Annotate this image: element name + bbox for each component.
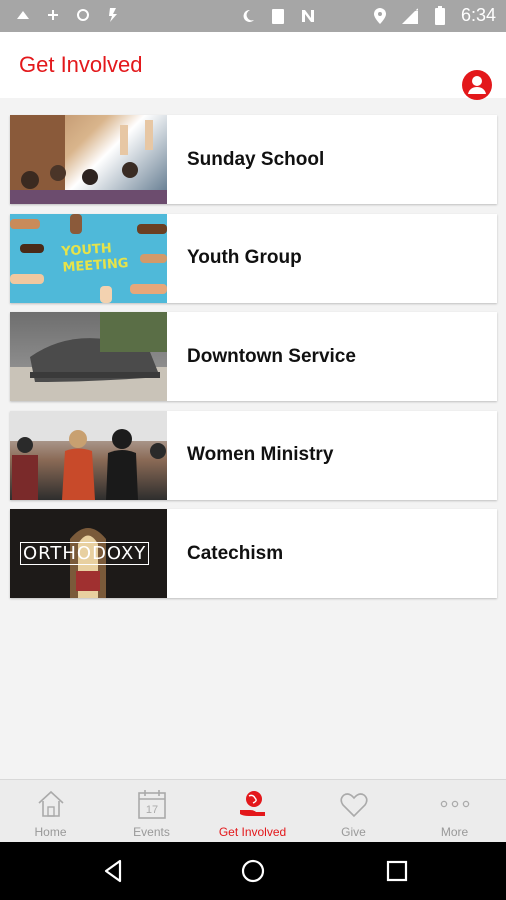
women-ministry-image <box>10 410 167 500</box>
list-item-label: Sunday School <box>187 148 325 170</box>
list-item-youth-group[interactable]: YOUTH MEETING Youth Group <box>10 213 497 303</box>
nav-label: Give <box>341 825 366 839</box>
status-left-icons <box>14 6 122 24</box>
home-circle-icon <box>241 859 265 883</box>
add-icon <box>44 6 62 24</box>
app-bar: Get Involved <box>0 32 506 100</box>
catechism-thumb-text: ORTHODOXY <box>20 542 150 565</box>
recents-button[interactable] <box>382 856 412 886</box>
home-system-button[interactable] <box>238 856 268 886</box>
nav-item-get-involved[interactable]: Get Involved <box>202 780 303 842</box>
ministry-list: Sunday School YOUTH MEETING Youth Group <box>10 115 497 608</box>
recents-square-icon <box>386 860 408 882</box>
moon-icon <box>239 7 257 25</box>
location-icon <box>371 7 389 25</box>
list-item-label: Catechism <box>187 542 284 564</box>
notification-icon <box>14 6 32 24</box>
list-item-label: Downtown Service <box>187 345 356 367</box>
flash-icon <box>104 6 122 24</box>
page-title: Get Involved <box>19 52 143 77</box>
calendar-date: 17 <box>146 804 158 816</box>
list-item-label: Women Ministry <box>187 444 334 465</box>
list-item-women-ministry[interactable]: Women Ministry <box>10 410 497 500</box>
n-icon <box>299 7 317 25</box>
nav-item-give[interactable]: Give <box>303 780 404 842</box>
status-time: 6:34 <box>460 5 496 25</box>
nav-label: More <box>440 825 469 839</box>
nav-label: Get Involved <box>218 825 287 839</box>
list-item-downtown-service[interactable]: Downtown Service <box>10 312 497 401</box>
home-icon <box>38 790 64 817</box>
nav-label: Events <box>133 825 170 839</box>
status-bar: LTE 6:34 <box>0 0 506 32</box>
heart-icon <box>340 793 368 818</box>
nav-item-more[interactable]: More <box>404 780 505 842</box>
catechism-image: ORTHODOXY <box>10 509 167 598</box>
status-right-icons: LTE 6:34 <box>239 5 496 26</box>
back-button[interactable] <box>98 856 128 886</box>
back-icon <box>104 859 122 883</box>
globe-hand-icon <box>240 791 265 816</box>
list-item-sunday-school[interactable]: Sunday School <box>10 115 497 204</box>
list-item-label: Youth Group <box>187 247 302 268</box>
sunday-school-image <box>10 115 167 204</box>
nav-item-events[interactable]: 17 Events <box>101 780 202 842</box>
calendar-icon: 17 <box>138 790 166 819</box>
sync-icon <box>74 6 92 24</box>
signal-icon: LTE <box>401 5 420 25</box>
more-dots-icon <box>440 800 470 808</box>
battery-icon <box>431 5 449 25</box>
youth-group-thumb-text: YOUTH MEETING <box>61 240 129 276</box>
profile-button[interactable] <box>462 70 492 100</box>
system-nav-bar <box>0 842 506 900</box>
nav-label: Home <box>34 825 67 839</box>
profile-icon <box>468 76 486 94</box>
youth-group-image: YOUTH MEETING <box>10 213 167 303</box>
downtown-service-image <box>10 312 167 401</box>
network-label: LTE <box>406 5 420 13</box>
clipboard-icon <box>269 7 287 25</box>
list-item-catechism[interactable]: ORTHODOXY Catechism <box>10 509 497 598</box>
nav-item-home[interactable]: Home <box>0 780 101 842</box>
bottom-nav: Home 17 Events Get Involved Give More <box>0 779 506 842</box>
